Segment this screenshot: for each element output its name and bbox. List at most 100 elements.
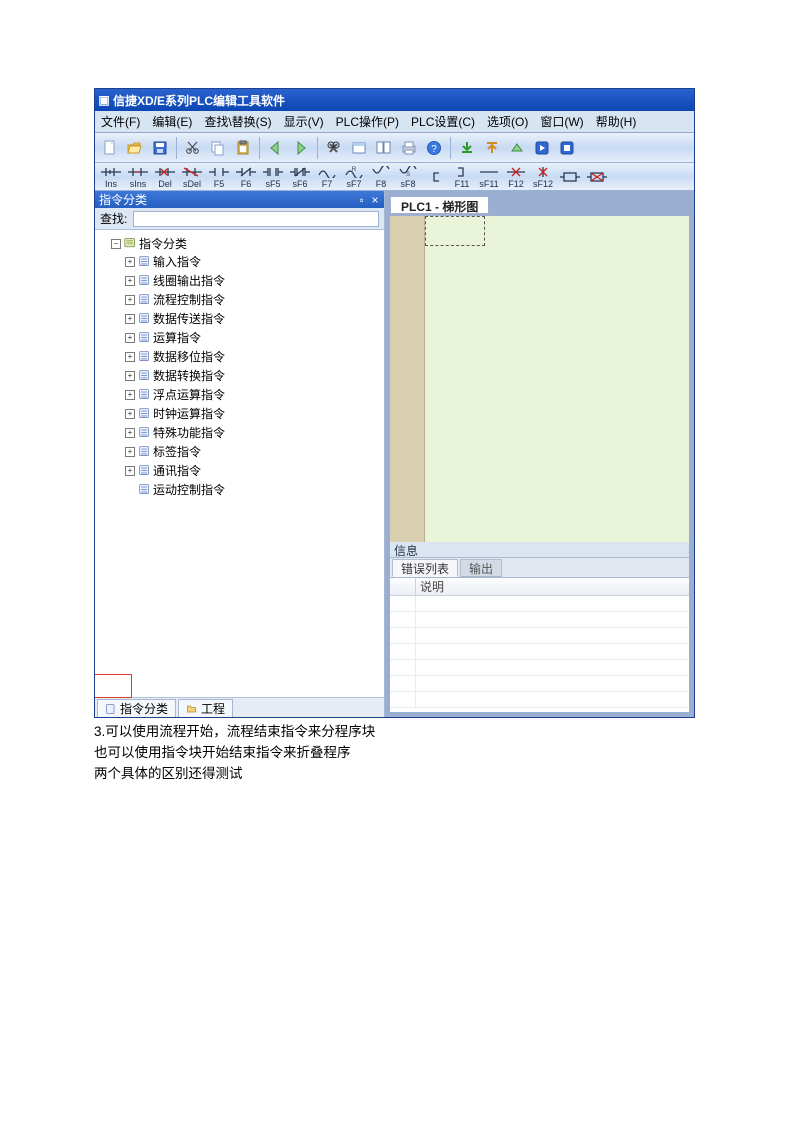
close-icon[interactable]: × — [370, 193, 380, 207]
expander-plus-icon[interactable]: + — [125, 466, 135, 476]
tree-item[interactable]: + 数据传送指令 — [125, 309, 380, 328]
symbol-vdel[interactable]: sF12 — [530, 165, 556, 189]
download-button[interactable] — [456, 137, 478, 159]
symbol-nc[interactable]: F6 — [233, 165, 259, 189]
expander-plus-icon[interactable]: + — [125, 447, 135, 457]
symbol-del[interactable]: Del — [152, 165, 178, 189]
tree-item-label[interactable]: 特殊功能指令 — [153, 424, 225, 441]
tree-root-label[interactable]: 指令分类 — [139, 235, 187, 252]
tree-item-label[interactable]: 线圈输出指令 — [153, 272, 225, 289]
symbol-hline[interactable]: sF11 — [476, 165, 502, 189]
print-button[interactable] — [398, 137, 420, 159]
expander-plus-icon[interactable]: + — [125, 371, 135, 381]
tree-item-label[interactable]: 数据转换指令 — [153, 367, 225, 384]
symbol-label: F11 — [455, 179, 470, 189]
symbol-sdel[interactable]: sDel — [179, 165, 205, 189]
tree-item[interactable]: + 时钟运算指令 — [125, 404, 380, 423]
tree-item[interactable]: + 数据转换指令 — [125, 366, 380, 385]
tree-item[interactable]: + 浮点运算指令 — [125, 385, 380, 404]
tree-item-label[interactable]: 输入指令 — [153, 253, 201, 270]
menu-item[interactable]: 选项(O) — [481, 113, 534, 130]
tree-item[interactable]: + 流程控制指令 — [125, 290, 380, 309]
tree-item-label[interactable]: 标签指令 — [153, 443, 201, 460]
search-input[interactable] — [133, 211, 379, 227]
open-button[interactable] — [124, 137, 146, 159]
menu-item[interactable]: 窗口(W) — [534, 113, 589, 130]
window-button[interactable] — [348, 137, 370, 159]
ladder-canvas[interactable] — [390, 215, 689, 595]
symbol-ins[interactable]: Ins — [98, 165, 124, 189]
up-button[interactable] — [506, 137, 528, 159]
expander-plus-icon[interactable]: + — [125, 314, 135, 324]
menu-item[interactable]: 查找\替换(S) — [198, 113, 277, 130]
expander-minus-icon[interactable]: − — [111, 239, 121, 249]
paste-button[interactable] — [232, 137, 254, 159]
expander-plus-icon[interactable]: + — [125, 390, 135, 400]
tree-item[interactable]: + 运算指令 — [125, 328, 380, 347]
menu-item[interactable]: PLC操作(P) — [330, 113, 405, 130]
menu-item[interactable]: 编辑(E) — [146, 113, 198, 130]
tab-error-list[interactable]: 错误列表 — [392, 559, 458, 577]
tree-item[interactable]: 运动控制指令 — [125, 480, 380, 499]
save-button[interactable] — [149, 137, 171, 159]
symbol-label: Del — [158, 179, 172, 189]
symbol-dnn[interactable]: SsF8 — [395, 165, 421, 189]
menu-item[interactable]: 帮助(H) — [590, 113, 643, 130]
help-button[interactable]: ? — [423, 137, 445, 159]
symbol-box[interactable] — [557, 170, 583, 184]
symbol-no[interactable]: F5 — [206, 165, 232, 189]
tree-item[interactable]: + 特殊功能指令 — [125, 423, 380, 442]
tab-instruction-category[interactable]: 指令分类 — [97, 699, 176, 717]
symbol-upn[interactable]: RsF7 — [341, 165, 367, 189]
rbr-icon — [449, 165, 475, 179]
back-button[interactable] — [265, 137, 287, 159]
symbol-hdel[interactable]: F12 — [503, 165, 529, 189]
stop-button[interactable] — [556, 137, 578, 159]
cut-button[interactable] — [182, 137, 204, 159]
instruction-tree[interactable]: − 指令分类 + 输入指令 + 线圈输出指令 + 流程控制指令 + 数据传送指令 + 运算指令 + 数… — [95, 230, 384, 504]
symbol-up[interactable]: F7 — [314, 165, 340, 189]
tree-item-label[interactable]: 通讯指令 — [153, 462, 201, 479]
tree-item-label[interactable]: 流程控制指令 — [153, 291, 225, 308]
expander-plus-icon[interactable]: + — [125, 428, 135, 438]
symbol-boxx[interactable] — [584, 170, 610, 184]
tree-item-label[interactable]: 运动控制指令 — [153, 481, 225, 498]
copy-button[interactable] — [207, 137, 229, 159]
expander-plus-icon[interactable]: + — [125, 276, 135, 286]
symbol-lbr[interactable] — [422, 170, 448, 184]
editor-area: PLC1 - 梯形图 信息 错误列表 输出 说明 — [385, 191, 694, 717]
tree-item[interactable]: + 输入指令 — [125, 252, 380, 271]
upload-button[interactable] — [481, 137, 503, 159]
expander-plus-icon[interactable]: + — [125, 409, 135, 419]
new-button[interactable] — [99, 137, 121, 159]
menu-item[interactable]: PLC设置(C) — [405, 113, 481, 130]
tile-button[interactable] — [373, 137, 395, 159]
tree-item[interactable]: + 数据移位指令 — [125, 347, 380, 366]
expander-plus-icon[interactable]: + — [125, 333, 135, 343]
run-button[interactable] — [531, 137, 553, 159]
tree-item-label[interactable]: 数据传送指令 — [153, 310, 225, 327]
expander-plus-icon[interactable]: + — [125, 257, 135, 267]
find-button[interactable] — [323, 137, 345, 159]
symbol-sins[interactable]: sIns — [125, 165, 151, 189]
expander-plus-icon[interactable]: + — [125, 352, 135, 362]
symbol-nop[interactable]: sF5 — [260, 165, 286, 189]
tree-item-label[interactable]: 时钟运算指令 — [153, 405, 225, 422]
symbol-ncp[interactable]: sF6 — [287, 165, 313, 189]
tree-item-label[interactable]: 浮点运算指令 — [153, 386, 225, 403]
tree-item[interactable]: + 标签指令 — [125, 442, 380, 461]
expander-plus-icon[interactable]: + — [125, 295, 135, 305]
tree-item[interactable]: + 线圈输出指令 — [125, 271, 380, 290]
document-tab[interactable]: PLC1 - 梯形图 — [390, 196, 489, 214]
tree-item-label[interactable]: 运算指令 — [153, 329, 201, 346]
tree-item-label[interactable]: 数据移位指令 — [153, 348, 225, 365]
menu-item[interactable]: 显示(V) — [278, 113, 330, 130]
tree-item[interactable]: + 通讯指令 — [125, 461, 380, 480]
forward-button[interactable] — [290, 137, 312, 159]
symbol-dn[interactable]: F8 — [368, 165, 394, 189]
pin-icon[interactable]: ▫ — [357, 193, 367, 207]
tab-output[interactable]: 输出 — [460, 559, 502, 577]
symbol-rbr[interactable]: F11 — [449, 165, 475, 189]
tab-project[interactable]: 工程 — [178, 699, 233, 717]
menu-item[interactable]: 文件(F) — [95, 113, 146, 130]
